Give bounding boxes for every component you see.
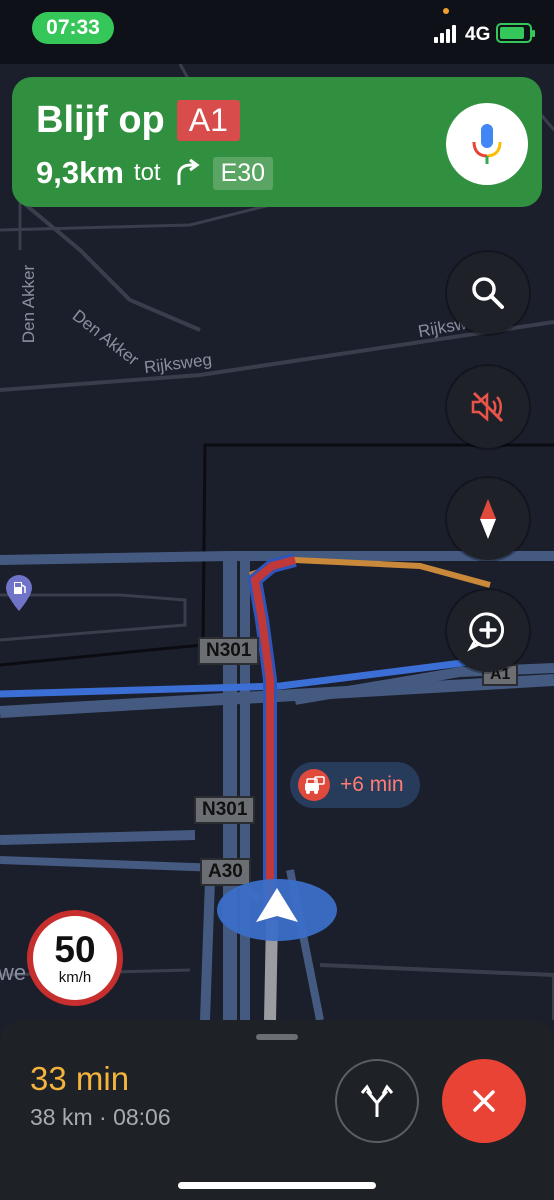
close-icon [473,1090,495,1112]
home-indicator[interactable] [178,1182,376,1189]
signal-icon [434,25,460,43]
network-type: 4G [465,24,491,45]
compass-icon [480,499,496,539]
turn-right-icon [177,158,200,185]
alt-routes-icon [360,1084,394,1117]
road-shield-n301: N301 [198,637,260,665]
search-icon [472,277,504,309]
trip-duration: 33 min [30,1060,130,1097]
speed-limit-sign: 50 km/h [27,910,123,1006]
banner-instruction: Blijf op A1 [36,99,240,142]
speed-limit-value: 50 [54,928,96,970]
speed-limit-unit: km/h [58,968,92,986]
battery-icon [496,23,535,43]
gas-station-icon[interactable] [4,574,34,612]
mute-icon [471,391,504,423]
compass-button[interactable] [447,478,529,560]
banner-connector: tot [133,159,161,186]
trip-summary-sheet[interactable]: 33 min 38 km · 08:06 [0,1020,554,1200]
exit-navigation-button[interactable] [442,1059,526,1143]
traffic-car-icon [298,769,330,801]
status-bar: 07:33 4G [0,0,554,64]
search-button[interactable] [447,252,529,334]
voice-button[interactable] [446,103,528,185]
direction-banner[interactable]: Blijf op A1 9,3km tot E30 [12,77,542,207]
banner-distance: 9,3km [36,155,124,190]
mic-icon [472,124,502,164]
privacy-indicator [443,8,449,14]
banner-next: 9,3km tot E30 [36,155,274,191]
position-arrow-icon [216,878,338,942]
status-time: 07:33 [32,12,114,44]
banner-verb: Blijf op [36,99,165,141]
add-report-button[interactable] [447,590,529,672]
mute-button[interactable] [447,366,529,448]
alternative-routes-button[interactable] [335,1059,419,1143]
sheet-drag-handle[interactable] [256,1034,298,1040]
traffic-delay-bubble[interactable]: +6 min [290,762,420,808]
road-badge-a1: A1 [176,100,240,141]
road-shield-n301: N301 [194,796,256,824]
street-label-den-akker-vertical: Den Akker [19,264,39,344]
road-badge-e30: E30 [212,156,274,190]
traffic-delay-text: +6 min [340,773,404,796]
trip-details: 38 km · 08:06 [30,1104,171,1130]
street-label-partial: we [0,960,27,985]
add-report-icon [467,612,505,652]
